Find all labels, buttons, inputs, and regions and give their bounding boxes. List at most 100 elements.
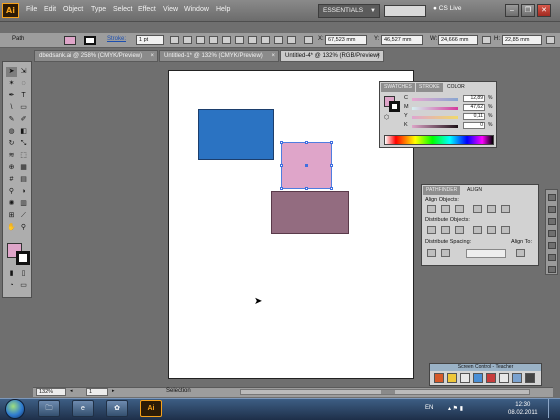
resize-handle[interactable] [305,141,308,144]
yellow-bar[interactable] [412,116,458,119]
magenta-value[interactable]: 47,62 [463,104,485,111]
direct-selection-tool-icon[interactable]: ⇲ [18,67,29,77]
black-bar[interactable] [412,125,458,128]
free-transform-tool-icon[interactable]: ⬚ [18,151,29,161]
horizontal-distribute-center-icon[interactable] [487,226,496,234]
status-mode[interactable]: Selection [166,388,191,394]
menu-file[interactable]: File [26,6,37,13]
vertical-align-center-icon[interactable] [487,205,496,213]
black-value[interactable]: 0 [463,122,485,129]
selection-tool-icon[interactable]: ➤ [6,67,17,77]
screen-control-tool-icon[interactable] [486,373,496,383]
pencil-tool-icon[interactable]: ✐ [18,115,29,125]
menu-type[interactable]: Type [91,6,106,13]
workspace-switcher[interactable]: ESSENTIALS ▼ [318,4,380,18]
resize-handle[interactable] [305,187,308,190]
color-stroke-swatch[interactable] [389,101,400,112]
media-icon[interactable]: ✿ [106,400,128,417]
tab-align[interactable]: ALIGN [464,186,486,195]
symbol-sprayer-tool-icon[interactable]: ✺ [6,199,17,209]
slice-tool-icon[interactable]: ⟋ [18,211,29,221]
vertical-distribute-top-icon[interactable] [427,226,436,234]
menu-window[interactable]: Window [184,6,209,13]
zoom-field[interactable]: 132% [36,388,66,396]
explorer-icon[interactable]: 🗀 [38,400,60,417]
horizontal-align-center-icon[interactable] [441,205,450,213]
stroke-label[interactable]: Stroke: [107,36,126,42]
horizontal-align-right-icon[interactable] [455,205,464,213]
clock[interactable]: 12:30 08.02.2011 [508,401,538,417]
warp-tool-icon[interactable]: ≋ [6,151,17,161]
horizontal-distribute-right-icon[interactable] [501,226,510,234]
cyan-bar[interactable] [412,98,458,101]
first-page-icon[interactable]: ◂ [70,388,76,396]
rotate-tool-icon[interactable]: ↻ [6,139,17,149]
resize-handle[interactable] [330,141,333,144]
next-page-icon[interactable]: ▸ [112,388,118,396]
vertical-align-bottom-icon[interactable] [501,205,510,213]
mesh-tool-icon[interactable]: # [6,175,17,185]
tab-stroke[interactable]: STROKE [416,83,443,92]
out-of-gamut-icon[interactable]: ⬡ [384,114,392,122]
close-button[interactable]: ✕ [537,4,551,17]
magenta-bar[interactable] [412,107,458,110]
mauve-rectangle[interactable] [271,191,349,234]
eyedropper-tool-icon[interactable]: ⚲ [6,187,17,197]
language-indicator[interactable]: EN [425,405,433,411]
blob-brush-tool-icon[interactable]: ◍ [6,127,17,137]
close-icon[interactable]: × [376,51,380,61]
align-center-icon[interactable] [235,36,244,44]
lasso-tool-icon[interactable]: ◌ [18,79,29,89]
type-tool-icon[interactable]: T [18,91,29,101]
screen-control-tool-icon[interactable] [512,373,522,383]
menu-view[interactable]: View [163,6,178,13]
dock-panel-icon[interactable] [548,218,556,225]
close-icon[interactable]: × [150,51,154,61]
dock-panel-icon[interactable] [548,242,556,249]
align-left-icon[interactable] [222,36,231,44]
magenta-slider[interactable]: M 47,62 % [404,104,494,112]
stroke-color-button[interactable] [84,36,96,45]
doc-tab-untitled-1[interactable]: Untitled-1* @ 132% (CMYK/Preview) × [159,50,279,62]
menu-select[interactable]: Select [113,6,132,13]
draw-mode-icon[interactable]: ◔ [6,281,17,291]
pen-tool-icon[interactable]: ✒ [6,91,17,101]
gradient-tool-icon[interactable]: ▤ [18,175,29,185]
panel-menu-icon[interactable] [546,36,555,44]
x-field[interactable]: 67,523 mm [325,35,367,45]
perspective-grid-tool-icon[interactable]: ▦ [18,163,29,173]
resize-handle[interactable] [330,187,333,190]
restore-button[interactable]: ❐ [521,4,535,17]
w-field[interactable]: 24,666 mm [438,35,478,45]
menu-object[interactable]: Object [63,6,83,13]
dock-panel-icon[interactable] [548,230,556,237]
graph-tool-icon[interactable]: ▥ [18,199,29,209]
tab-swatches[interactable]: SWATCHES [381,83,415,92]
menu-help[interactable]: Help [216,6,230,13]
fill-color-button[interactable] [64,36,76,45]
cs-live-button[interactable]: ● CS Live [433,5,462,12]
horizontal-scrollbar[interactable] [240,389,530,395]
align-to-selection-icon[interactable] [516,249,525,257]
black-slider[interactable]: K 0 % [404,122,494,130]
close-icon[interactable]: × [271,51,275,61]
cyan-slider[interactable]: C 12,89 % [404,95,494,103]
menu-edit[interactable]: Edit [44,6,56,13]
magic-wand-tool-icon[interactable]: ✶ [6,79,17,89]
browser-icon[interactable]: e [72,400,94,417]
tab-pathfinder[interactable]: PATHFINDER [423,186,461,195]
vertical-distribute-space-icon[interactable] [427,249,436,257]
screen-control-tool-icon[interactable] [499,373,509,383]
paintbrush-tool-icon[interactable]: ✎ [6,115,17,125]
screen-control-tool-icon[interactable] [460,373,470,383]
doc-tab-untitled-4[interactable]: Untitled-4* @ 132% (RGB/Preview) × [280,50,384,62]
dock-panel-icon[interactable] [548,254,556,261]
stroke-swatch[interactable] [16,251,30,265]
opacity-icon[interactable] [196,36,205,44]
brush-icon[interactable] [170,36,179,44]
align-top-icon[interactable] [261,36,270,44]
shape-builder-tool-icon[interactable]: ⊕ [6,163,17,173]
pink-rectangle-selected[interactable] [280,141,333,190]
yellow-slider[interactable]: Y 0,11 % [404,113,494,121]
illustrator-taskbar-button[interactable]: Ai [140,400,162,417]
